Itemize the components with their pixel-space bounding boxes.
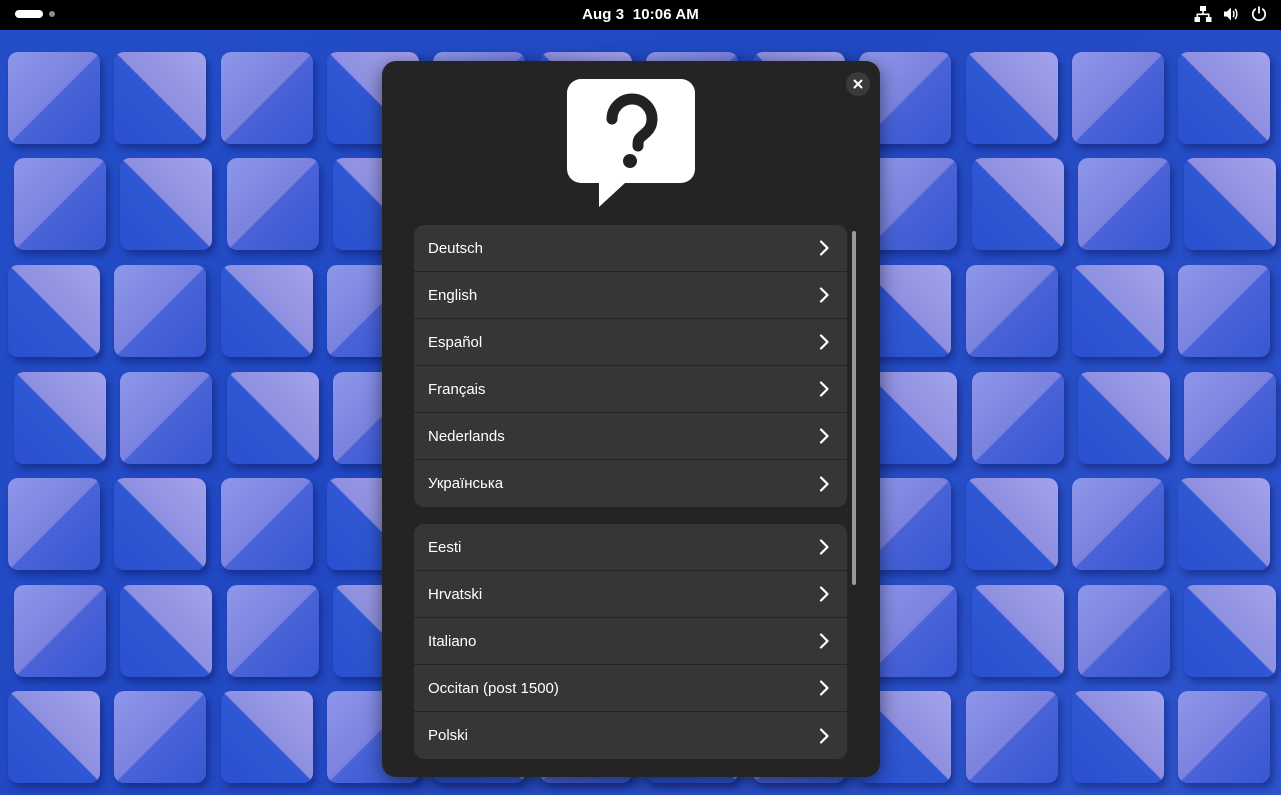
- chevron-right-icon: [819, 381, 829, 397]
- other-language-list: Eesti Hrvatski Italiano Occitan (post 1500)…: [414, 524, 847, 759]
- language-label: Eesti: [428, 538, 462, 556]
- wallpaper-tile: [8, 265, 100, 357]
- wallpaper-tile: [1072, 478, 1164, 570]
- wallpaper-tile: [221, 478, 313, 570]
- wallpaper-tile: [8, 691, 100, 783]
- wallpaper-tile: [120, 158, 212, 250]
- system-tray[interactable]: [1194, 5, 1268, 23]
- chevron-right-icon: [819, 539, 829, 555]
- language-label: Occitan (post 1500): [428, 679, 559, 697]
- wallpaper-tile: [227, 372, 319, 464]
- wallpaper-tile: [1178, 478, 1270, 570]
- wallpaper-tile: [966, 265, 1058, 357]
- clock-date: Aug 3: [582, 6, 625, 23]
- language-label: Nederlands: [428, 427, 505, 445]
- language-label: Deutsch: [428, 239, 484, 257]
- wallpaper-tile: [972, 372, 1064, 464]
- chevron-right-icon: [819, 680, 829, 696]
- help-question-bubble-icon: [567, 79, 695, 207]
- close-icon: [853, 79, 863, 89]
- wallpaper-tile: [1078, 158, 1170, 250]
- wallpaper-tile: [14, 585, 106, 677]
- chevron-right-icon: [819, 633, 829, 649]
- chevron-right-icon: [819, 428, 829, 444]
- language-row[interactable]: Hrvatski: [414, 571, 847, 618]
- scrollbar[interactable]: [852, 231, 856, 585]
- wallpaper-tile: [1072, 691, 1164, 783]
- language-label: Français: [428, 380, 486, 398]
- power-icon[interactable]: [1250, 5, 1268, 23]
- language-row[interactable]: Nederlands: [414, 413, 847, 460]
- language-row[interactable]: Polski: [414, 712, 847, 759]
- language-label: Polski: [428, 727, 469, 744]
- wallpaper-tile: [114, 478, 206, 570]
- wallpaper-tile: [1184, 158, 1276, 250]
- wallpaper-tile: [120, 585, 212, 677]
- wallpaper-tile: [8, 478, 100, 570]
- language-label: Italiano: [428, 632, 477, 650]
- workspace-indicator[interactable]: [49, 11, 55, 17]
- chevron-right-icon: [819, 334, 829, 350]
- clock-button[interactable]: Aug 3 10:06 AM: [582, 6, 699, 23]
- language-list-scroll-area[interactable]: Deutsch English Español Français Nederlands У…: [414, 225, 847, 777]
- primary-language-list: Deutsch English Español Français Nederlands У…: [414, 225, 847, 507]
- wallpaper-tile: [14, 372, 106, 464]
- wallpaper-tile: [1078, 372, 1170, 464]
- activities-button[interactable]: [15, 10, 43, 18]
- wallpaper-tile: [114, 52, 206, 144]
- top-bar: Aug 3 10:06 AM: [0, 0, 1281, 30]
- wallpaper-tile: [1184, 372, 1276, 464]
- language-label: English: [428, 286, 478, 304]
- wallpaper-tile: [227, 158, 319, 250]
- wallpaper-tile: [120, 372, 212, 464]
- language-row[interactable]: Italiano: [414, 618, 847, 665]
- volume-icon[interactable]: [1222, 5, 1240, 23]
- language-label: Español: [428, 333, 483, 351]
- chevron-right-icon: [819, 475, 829, 492]
- language-row[interactable]: English: [414, 272, 847, 319]
- wallpaper-tile: [221, 265, 313, 357]
- wallpaper-tile: [972, 158, 1064, 250]
- wallpaper-tile: [114, 265, 206, 357]
- clock: Aug 3 10:06 AM: [0, 6, 1281, 23]
- network-wired-icon[interactable]: [1194, 5, 1212, 23]
- wallpaper-tile: [114, 691, 206, 783]
- wallpaper-tile: [972, 585, 1064, 677]
- wallpaper-tile: [966, 52, 1058, 144]
- chevron-right-icon: [819, 586, 829, 602]
- wallpaper-tile: [14, 158, 106, 250]
- wallpaper-tile: [1072, 52, 1164, 144]
- language-row[interactable]: Français: [414, 366, 847, 413]
- wallpaper-tile: [1184, 585, 1276, 677]
- wallpaper-tile: [966, 691, 1058, 783]
- wallpaper-tile: [1078, 585, 1170, 677]
- language-chooser-dialog: Deutsch English Español Français Nederlands У…: [382, 61, 880, 777]
- wallpaper-tile: [1072, 265, 1164, 357]
- chevron-right-icon: [819, 727, 829, 744]
- clock-time: 10:06 AM: [632, 6, 699, 23]
- chevron-right-icon: [819, 240, 829, 256]
- wallpaper-tile: [1178, 265, 1270, 357]
- language-row[interactable]: Українська: [414, 460, 847, 507]
- wallpaper-tile: [8, 52, 100, 144]
- wallpaper-tile: [227, 585, 319, 677]
- close-button[interactable]: [846, 72, 870, 96]
- language-row[interactable]: Español: [414, 319, 847, 366]
- language-label: Українська: [428, 475, 504, 492]
- language-row[interactable]: Eesti: [414, 524, 847, 571]
- wallpaper-tile: [1178, 691, 1270, 783]
- wallpaper-tile: [966, 478, 1058, 570]
- wallpaper-tile: [221, 52, 313, 144]
- language-row[interactable]: Deutsch: [414, 225, 847, 272]
- wallpaper-tile: [1178, 52, 1270, 144]
- chevron-right-icon: [819, 287, 829, 303]
- language-label: Hrvatski: [428, 585, 483, 603]
- wallpaper-tile: [221, 691, 313, 783]
- language-row[interactable]: Occitan (post 1500): [414, 665, 847, 712]
